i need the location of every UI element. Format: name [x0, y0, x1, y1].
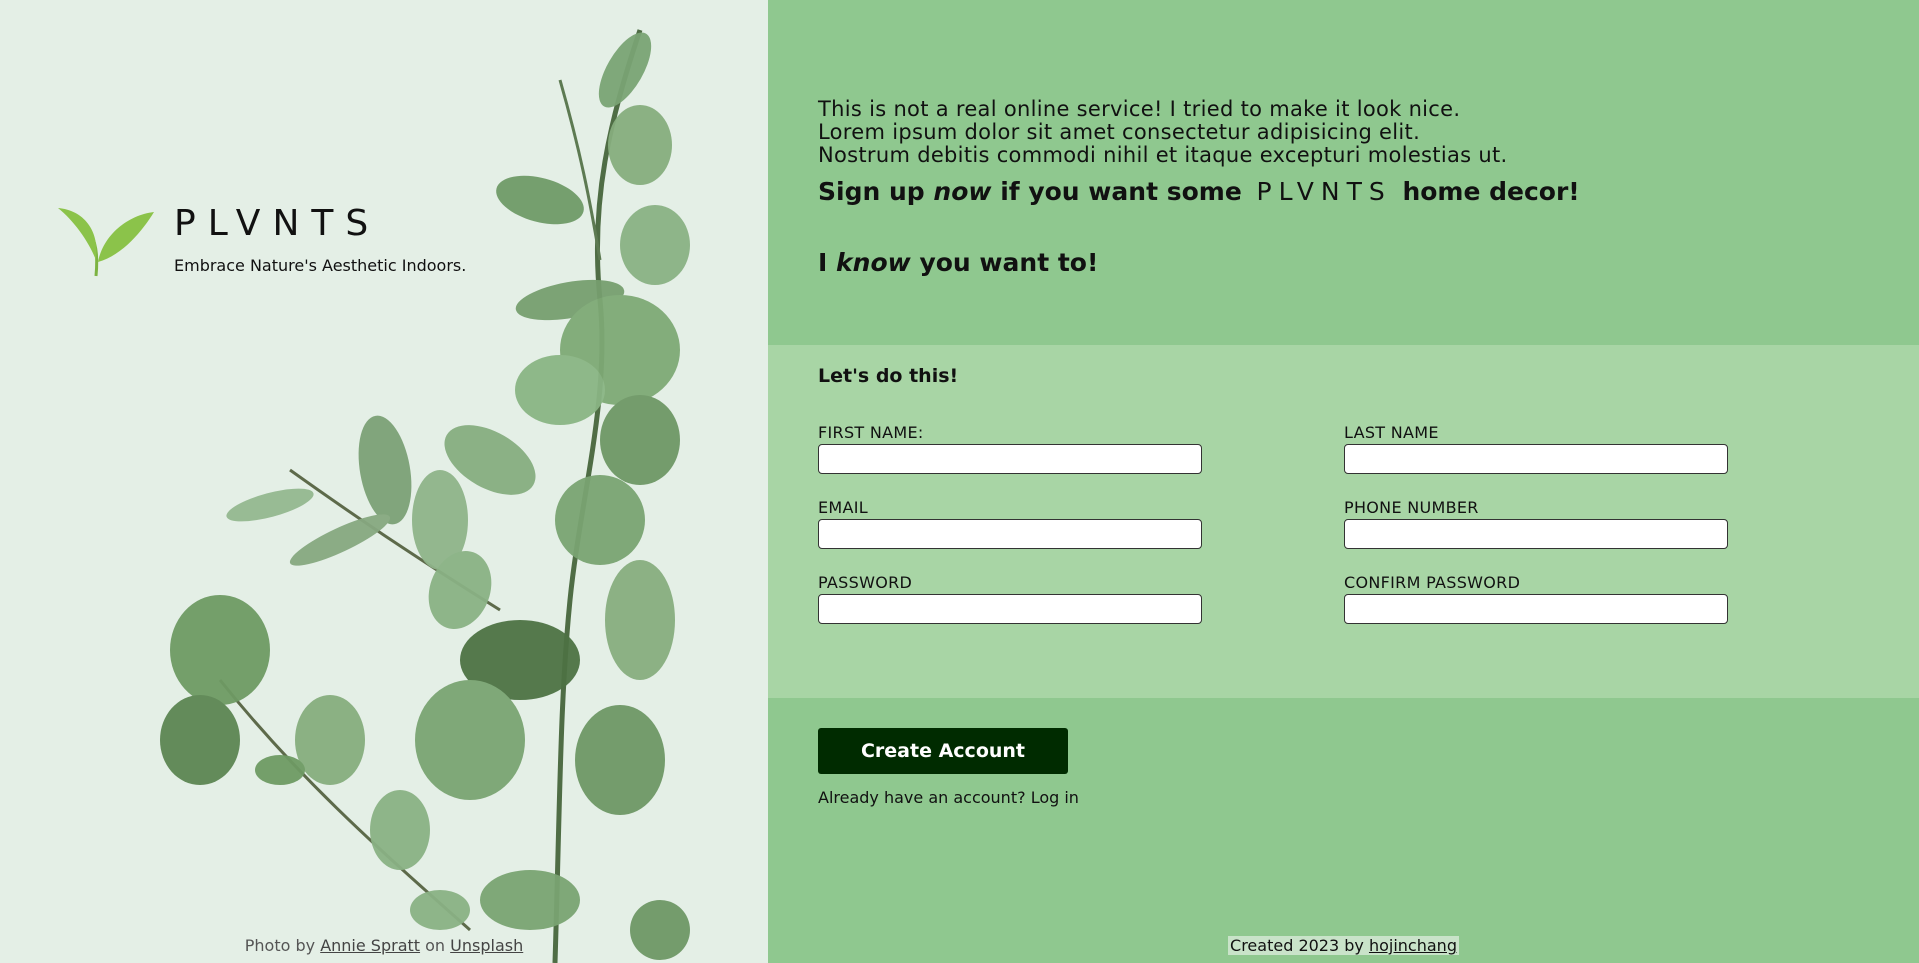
- confirm-password-input[interactable]: [1344, 594, 1728, 624]
- signup-panel: This is not a real online service! I tri…: [768, 0, 1919, 963]
- brand-tagline: Embrace Nature's Aesthetic Indoors.: [174, 256, 467, 275]
- phone-input[interactable]: [1344, 519, 1728, 549]
- intro-line-3: Nostrum debitis commodi nihil et itaque …: [818, 143, 1508, 167]
- eucalyptus-plant-image: [160, 29, 690, 963]
- footer: Created 2023 by hojinchang: [1228, 936, 1459, 955]
- email-label: EMAIL: [818, 498, 868, 517]
- login-link[interactable]: Log in: [1031, 788, 1079, 807]
- brand-block: PLVNTS Embrace Nature's Aesthetic Indoor…: [58, 200, 466, 280]
- photo-site-link[interactable]: Unsplash: [450, 936, 523, 955]
- intro-section: This is not a real online service! I tri…: [768, 0, 1919, 345]
- first-name-field-group: FIRST NAME:: [818, 423, 1202, 474]
- intro-line-1: This is not a real online service! I tri…: [818, 97, 1461, 121]
- password-input[interactable]: [818, 594, 1202, 624]
- brand-name: PLVNTS: [174, 203, 381, 244]
- photo-credit: Photo by Annie Spratt on Unsplash: [244, 936, 524, 955]
- login-prompt: Already have an account? Log in: [818, 788, 1079, 807]
- actions-section: Create Account Already have an account? …: [768, 698, 1919, 807]
- phone-field-group: PHONE NUMBER: [1344, 498, 1728, 549]
- last-name-label: LAST NAME: [1344, 423, 1439, 442]
- email-field-group: EMAIL: [818, 498, 1202, 549]
- author-link[interactable]: hojinchang: [1369, 936, 1457, 955]
- photo-author-link[interactable]: Annie Spratt: [320, 936, 420, 955]
- email-input[interactable]: [818, 519, 1202, 549]
- intro-line-2: Lorem ipsum dolor sit amet consectetur a…: [818, 120, 1421, 144]
- last-name-input[interactable]: [1344, 444, 1728, 474]
- hero-panel: PLVNTS Embrace Nature's Aesthetic Indoor…: [0, 0, 768, 963]
- confirm-password-label: CONFIRM PASSWORD: [1344, 573, 1521, 592]
- password-field-group: PASSWORD: [818, 573, 1202, 624]
- confirm-password-field-group: CONFIRM PASSWORD: [1344, 573, 1728, 624]
- know-headline: I know you want to!: [818, 248, 1099, 277]
- phone-label: PHONE NUMBER: [1344, 498, 1479, 517]
- signup-form: Let's do this! FIRST NAME: LAST NAME EMA…: [768, 345, 1919, 698]
- password-label: PASSWORD: [818, 573, 913, 592]
- leaf-logo-icon: [58, 208, 154, 277]
- last-name-field-group: LAST NAME: [1344, 423, 1728, 474]
- signup-headline: Sign up now if you want some PLVNTS home…: [818, 177, 1580, 206]
- first-name-input[interactable]: [818, 444, 1202, 474]
- first-name-label: FIRST NAME:: [818, 423, 924, 442]
- create-account-button[interactable]: Create Account: [818, 728, 1068, 774]
- form-title: Let's do this!: [818, 365, 959, 387]
